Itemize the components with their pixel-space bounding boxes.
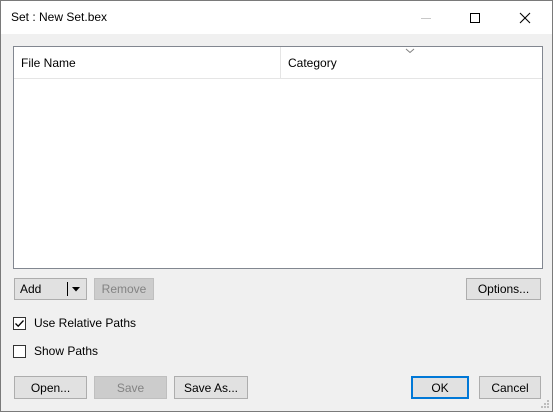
column-header-category[interactable]: Category <box>281 47 418 78</box>
save-as-button[interactable]: Save As... <box>174 376 248 399</box>
save-button[interactable]: Save <box>94 376 167 399</box>
window-title: Set : New Set.bex <box>11 10 108 24</box>
dropdown-arrow-icon[interactable] <box>72 287 80 292</box>
minimize-button[interactable] <box>403 1 449 34</box>
maximize-button[interactable] <box>452 1 498 34</box>
minimize-icon <box>421 17 431 19</box>
resize-grip-icon[interactable] <box>540 399 550 409</box>
column-header-file-name[interactable]: File Name <box>14 47 281 78</box>
cancel-button[interactable]: Cancel <box>479 376 541 399</box>
add-button-label: Add <box>20 282 42 296</box>
checkbox-box[interactable] <box>13 316 26 330</box>
file-list[interactable]: File Name Category <box>13 46 543 269</box>
column-label: File Name <box>21 56 76 70</box>
checkbox-label: Use Relative Paths <box>34 316 137 330</box>
ok-button[interactable]: OK <box>411 376 469 399</box>
options-button[interactable]: Options... <box>466 278 541 300</box>
close-button[interactable] <box>502 1 548 34</box>
list-header: File Name Category <box>14 47 542 79</box>
show-paths-checkbox[interactable]: Show Paths <box>13 344 98 358</box>
use-relative-paths-checkbox[interactable]: Use Relative Paths <box>13 316 136 330</box>
dialog-window: Set : New Set.bex File Name Category Add… <box>0 0 553 412</box>
checkbox-box[interactable] <box>13 344 26 358</box>
split-separator <box>67 282 68 296</box>
title-bar[interactable]: Set : New Set.bex <box>1 1 552 34</box>
column-label: Category <box>288 56 337 70</box>
add-split-button[interactable]: Add <box>14 278 87 300</box>
sort-chevron-icon <box>405 48 415 54</box>
checkbox-label: Show Paths <box>34 344 99 358</box>
close-icon <box>519 12 531 23</box>
remove-button[interactable]: Remove <box>94 278 154 300</box>
maximize-icon <box>470 12 480 23</box>
open-button[interactable]: Open... <box>14 376 87 399</box>
checkmark-icon <box>15 319 24 327</box>
